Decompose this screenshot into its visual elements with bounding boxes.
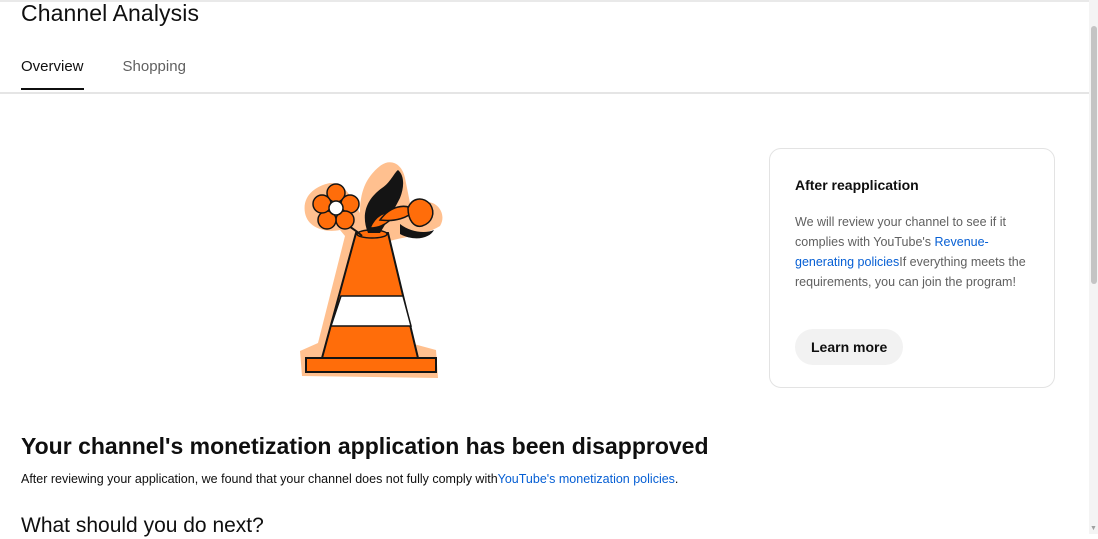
scrollbar-thumb[interactable] (1091, 26, 1097, 284)
card-body: We will review your channel to see if it… (795, 212, 1037, 292)
description-period: . (674, 472, 679, 486)
monetization-policies-link[interactable]: YouTube's monetization policies (498, 472, 675, 486)
learn-more-button[interactable]: Learn more (795, 329, 904, 365)
page-header: Channel Analysis Overview Shopping (0, 0, 1089, 94)
next-steps-heading: What should you do next? (21, 514, 264, 537)
card-title: After reapplication (795, 177, 919, 193)
disapproval-heading: Your channel's monetization application … (21, 433, 709, 459)
tab-overview[interactable]: Overview (21, 58, 84, 90)
vertical-scrollbar[interactable]: ▼ (1089, 0, 1098, 534)
tab-bar: Overview Shopping (21, 58, 186, 90)
traffic-cone-with-flowers-illustration (300, 162, 443, 378)
tab-shopping[interactable]: Shopping (123, 58, 186, 87)
description-text: After reviewing your application, we fou… (21, 472, 498, 486)
scroll-down-arrow-icon[interactable]: ▼ (1090, 525, 1097, 532)
reapplication-info-card: After reapplication We will review your … (769, 148, 1055, 388)
disapproval-description: After reviewing your application, we fou… (21, 470, 678, 488)
page-title: Channel Analysis (21, 0, 200, 26)
